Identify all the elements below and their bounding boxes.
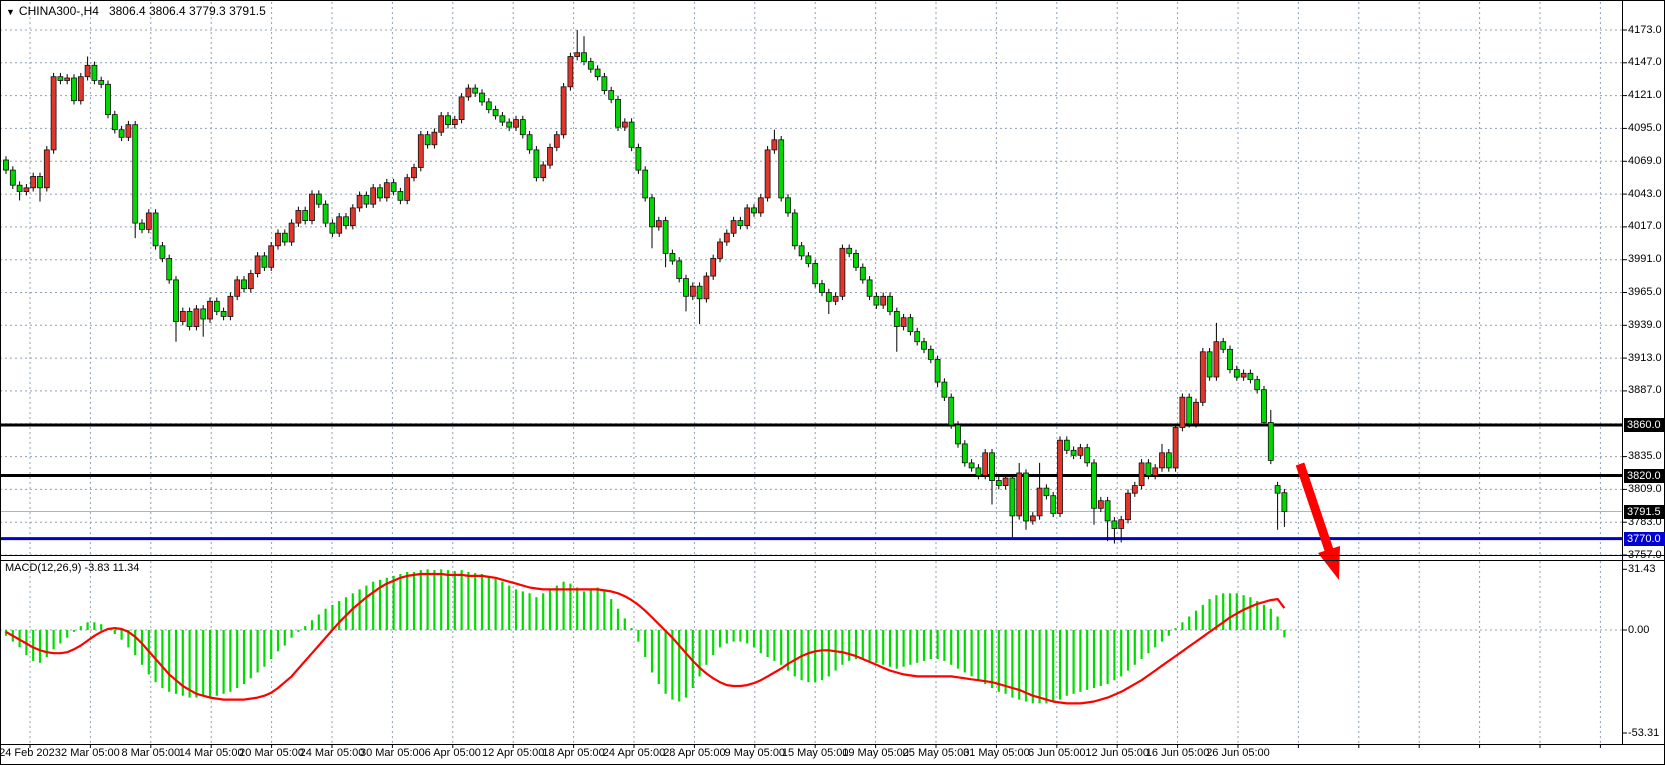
price-tick-label: 4147.0: [1628, 56, 1662, 69]
chart-window: ▼ CHINA300-,H4 3806.4 3806.4 3779.3 3791.5…: [0, 0, 1665, 765]
price-tick-label: 3913.0: [1628, 352, 1662, 365]
ohlc-values: 3806.4 3806.4 3779.3 3791.5: [109, 4, 266, 18]
macd-indicator-label: MACD(12,26,9) -3.83 11.34: [5, 562, 139, 574]
price-badge-3820.0: 3820.0: [1624, 469, 1665, 483]
macd-tick-label: 31.43: [1628, 563, 1656, 576]
price-tick-label: 3887.0: [1628, 384, 1662, 397]
price-tick-label: 3757.0: [1628, 549, 1662, 562]
price-tick-label: 4069.0: [1628, 155, 1662, 168]
symbol-dropdown-icon[interactable]: ▼: [6, 7, 15, 17]
price-tick-label: 4017.0: [1628, 220, 1662, 233]
price-tick-label: 4043.0: [1628, 188, 1662, 201]
price-tick-label: 3939.0: [1628, 319, 1662, 332]
chart-canvas[interactable]: [0, 0, 1665, 765]
price-tick-label: 4095.0: [1628, 122, 1662, 135]
time-label: 26 Jun 05:00: [1190, 747, 1286, 759]
macd-tick-label: 0.00: [1628, 624, 1649, 637]
macd-histogram: [6, 569, 1284, 703]
price-tick-label: 3809.0: [1628, 483, 1662, 496]
chart-title: ▼ CHINA300-,H4 3806.4 3806.4 3779.3 3791.5: [6, 4, 266, 18]
price-tick-label: 4121.0: [1628, 89, 1662, 102]
price-tick-label: 3835.0: [1628, 450, 1662, 463]
price-badge-3770.0: 3770.0: [1624, 532, 1665, 546]
price-badge-3791.5: 3791.5: [1624, 505, 1665, 519]
price-tick-label: 3965.0: [1628, 286, 1662, 299]
price-tick-label: 4173.0: [1628, 24, 1662, 37]
price-tick-label: 3991.0: [1628, 253, 1662, 266]
candles: [4, 30, 1287, 544]
price-badge-3860.0: 3860.0: [1624, 418, 1665, 432]
symbol-timeframe-label: CHINA300-,H4: [19, 4, 99, 18]
macd-tick-label: -53.31: [1628, 727, 1659, 740]
